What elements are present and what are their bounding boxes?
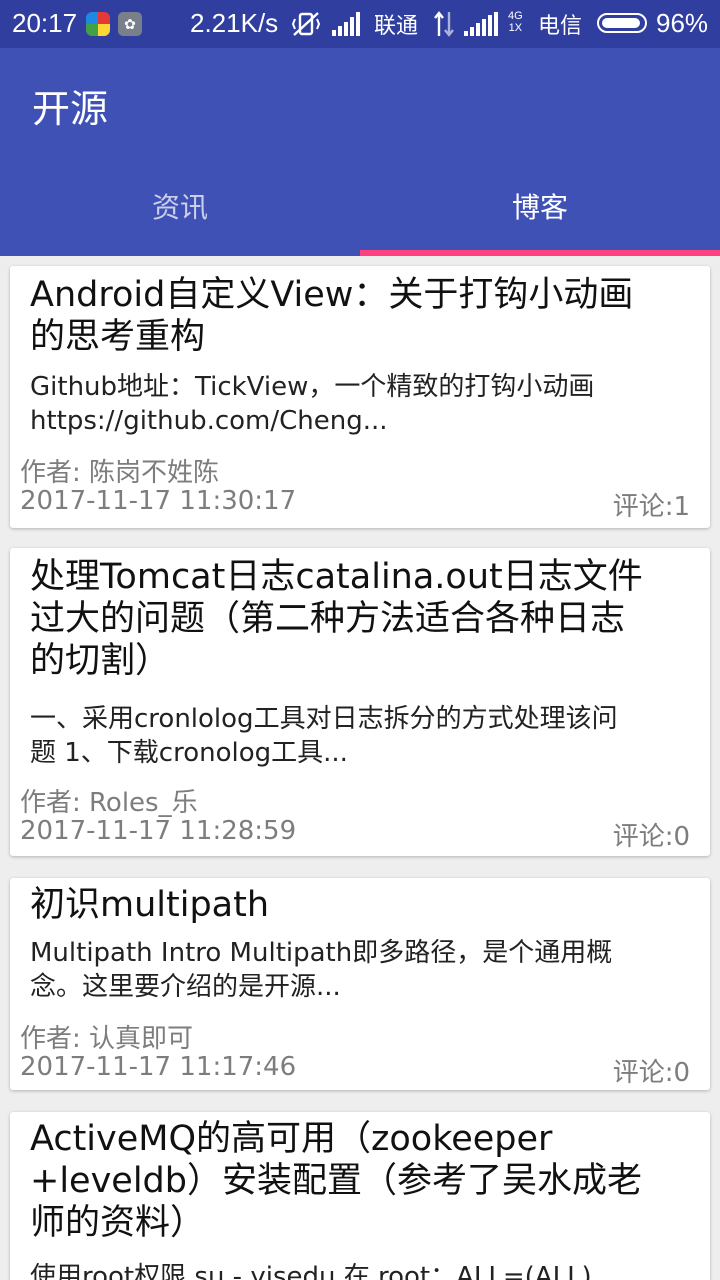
blog-author: 作者: 认真即可 <box>20 1024 194 1054</box>
blog-summary: 使用root权限 su - yisedu 在 root：ALL=(ALL) <box>30 1262 592 1280</box>
blog-title: 初识multipath <box>30 885 270 925</box>
network-type: 4G 1X <box>508 10 523 34</box>
carrier-1-name: 联通 <box>374 13 419 38</box>
blog-date: 2017-11-17 11:28:59 <box>20 816 297 846</box>
blog-title: 处理Tomcat日志catalina.out日志文件 过大的问题（第二种方法适合… <box>30 557 643 681</box>
status-bar: 20:17 ✿ 2.21K/s 联通 4G 1X 电信 96% <box>0 0 720 48</box>
signal-strength-2-icon <box>464 12 504 43</box>
blog-comment-count: 评论:1 <box>612 492 690 522</box>
blog-title: ActiveMQ的高可用（zookeeper +leveldb）安装配置（参考了… <box>30 1119 642 1243</box>
blog-comment-count: 评论:0 <box>612 822 690 852</box>
app-bar: 开源 资讯 博客 <box>0 48 720 256</box>
blog-date: 2017-11-17 11:30:17 <box>20 486 297 516</box>
tab-news[interactable]: 资讯 <box>0 160 360 256</box>
carrier-2-name: 电信 <box>538 13 583 38</box>
blog-title: Android自定义View：关于打钩小动画 的思考重构 <box>30 275 634 357</box>
blog-summary: 一、采用cronlolog工具对日志拆分的方式处理该问 题 1、下载cronol… <box>30 704 618 768</box>
blog-summary: Multipath Intro Multipath即多路径，是个通用概 念。这里… <box>30 938 613 1002</box>
blog-date: 2017-11-17 11:17:46 <box>20 1052 297 1082</box>
tab-blog[interactable]: 博客 <box>360 160 720 256</box>
signal-strength-icon <box>332 12 364 43</box>
data-transfer-icon <box>432 10 456 45</box>
network-speed: 2.21K/s <box>190 8 279 38</box>
vibrate-icon <box>290 10 322 45</box>
notification-app-icon: ✿ <box>118 12 142 36</box>
blog-card[interactable]: 初识multipath Multipath Intro Multipath即多路… <box>10 878 710 1090</box>
battery-level <box>602 18 640 28</box>
blog-author: 作者: Roles_乐 <box>20 788 198 818</box>
battery-percent: 96% <box>656 8 709 38</box>
blog-card[interactable]: 处理Tomcat日志catalina.out日志文件 过大的问题（第二种方法适合… <box>10 548 710 856</box>
page-title: 开源 <box>32 87 109 131</box>
battery-icon <box>597 13 647 33</box>
blog-summary: Github地址：TickView，一个精致的打钩小动画 https://git… <box>30 372 595 436</box>
blog-card[interactable]: Android自定义View：关于打钩小动画 的思考重构 Github地址：Ti… <box>10 266 710 528</box>
blog-author: 作者: 陈岗不姓陈 <box>20 458 220 488</box>
blog-comment-count: 评论:0 <box>612 1058 690 1088</box>
blog-card[interactable]: ActiveMQ的高可用（zookeeper +leveldb）安装配置（参考了… <box>10 1112 710 1280</box>
app-market-icon <box>86 12 110 36</box>
blog-list[interactable]: Android自定义View：关于打钩小动画 的思考重构 Github地址：Ti… <box>0 256 720 1280</box>
status-time: 20:17 <box>12 8 78 38</box>
